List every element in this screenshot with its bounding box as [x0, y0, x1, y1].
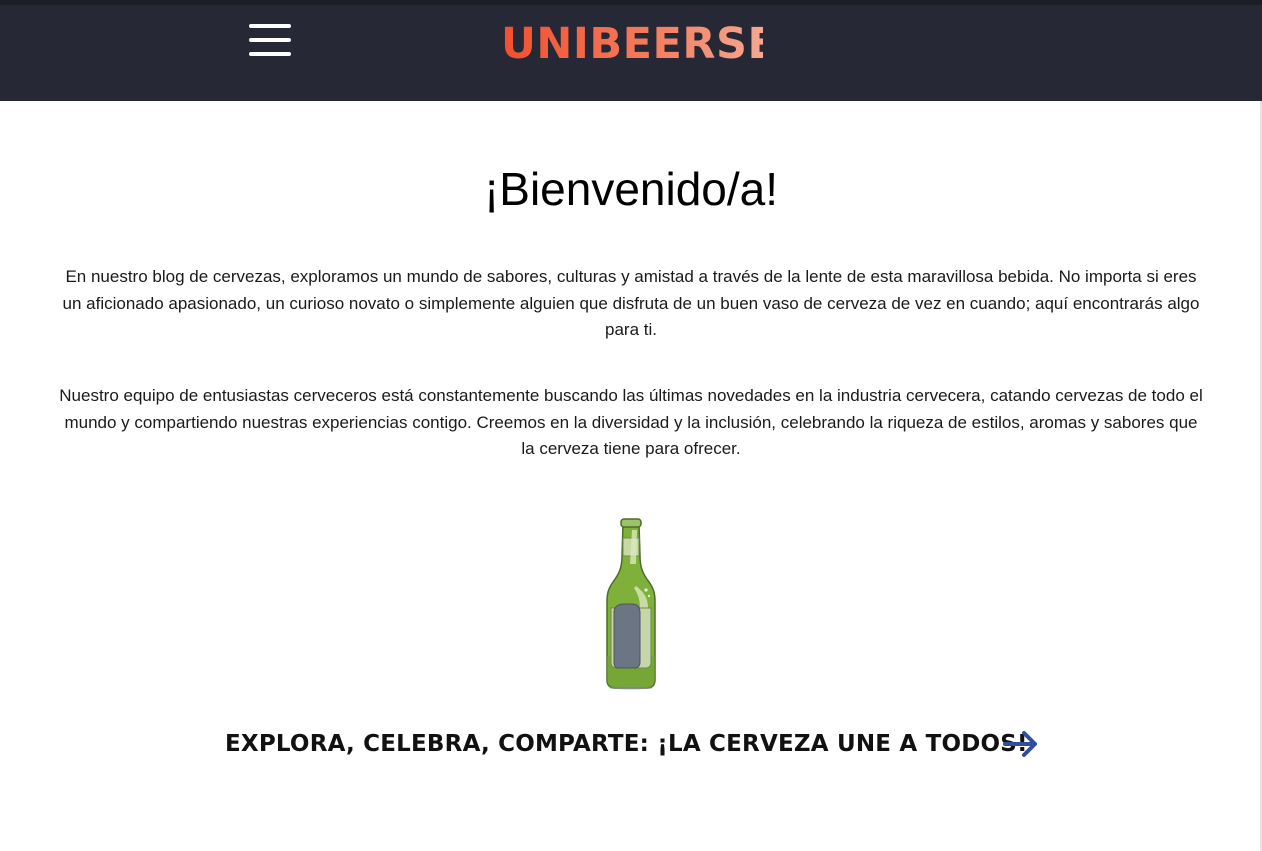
menu-line	[249, 52, 291, 56]
menu-line	[249, 24, 291, 28]
hamburger-menu-icon[interactable]	[247, 24, 293, 60]
arrow-right-icon[interactable]	[1001, 728, 1041, 760]
team-paragraph: Nuestro equipo de entusiastas cerveceros…	[59, 386, 1203, 458]
menu-line	[249, 38, 291, 42]
cta-text: EXPLORA, CELEBRA, COMPARTE: ¡LA CERVEZA …	[225, 731, 1028, 757]
site-header: UNIBEERSE	[0, 5, 1262, 101]
intro-paragraph: En nuestro blog de cervezas, exploramos …	[62, 267, 1200, 339]
beer-bottle-icon	[606, 518, 656, 690]
page-title: ¡Bienvenido/a!	[483, 163, 779, 215]
cta-section: EXPLORA, CELEBRA, COMPARTE: ¡LA CERVEZA …	[0, 722, 1262, 766]
site-logo[interactable]: UNIBEERSE	[501, 16, 777, 72]
